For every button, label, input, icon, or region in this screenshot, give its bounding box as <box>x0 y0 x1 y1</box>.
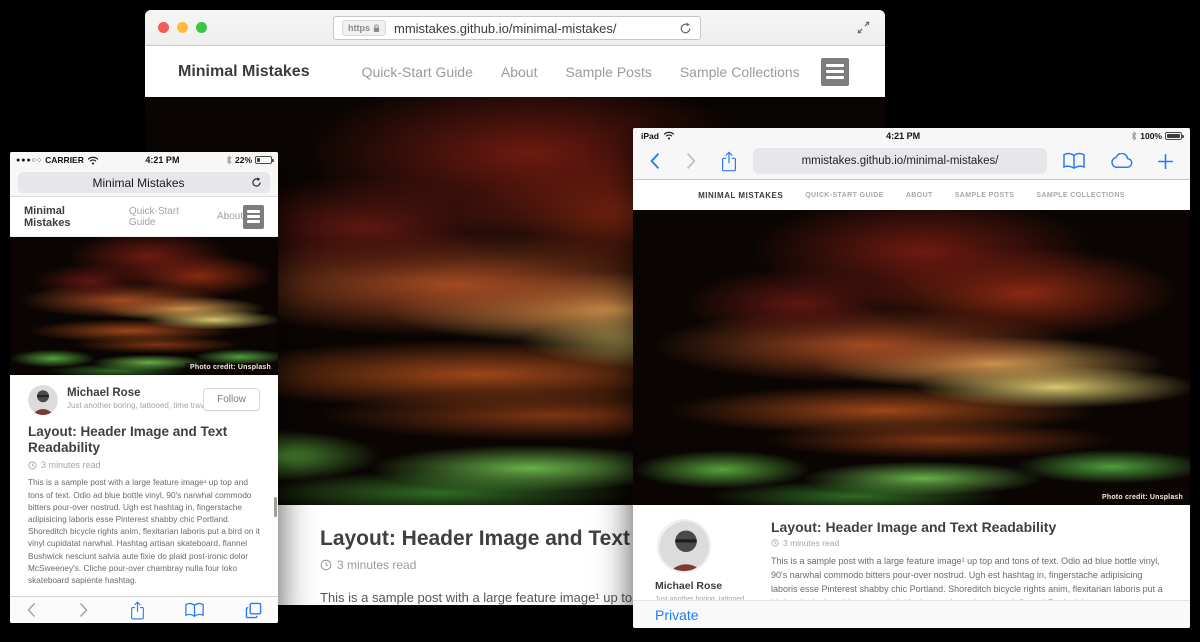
post-body: Layout: Header Image and Text Readabilit… <box>755 519 1166 600</box>
site-navbar: Minimal Mistakes Quick-Start Guide About… <box>145 46 885 97</box>
author-name: Michael Rose <box>655 580 755 592</box>
status-time: 4:21 PM <box>675 131 1131 141</box>
menu-button[interactable] <box>821 58 849 86</box>
feature-image: Photo credit: Unsplash <box>633 210 1190 505</box>
nav-link-about[interactable]: About <box>501 64 538 80</box>
iphone-safari-window: ●●●○○ CARRIER 4:21 PM 22% Minimal Mistak… <box>10 152 278 623</box>
read-time: 3 minutes read <box>337 558 416 572</box>
nav-link-quick-start[interactable]: Quick-Start Guide <box>129 206 193 228</box>
ipad-status-bar: iPad 4:21 PM 100% <box>633 128 1190 143</box>
site-brand-link[interactable]: Minimal Mistakes <box>178 63 310 81</box>
scrollbar[interactable] <box>274 497 277 517</box>
site-brand-link[interactable]: MINIMAL MISTAKES <box>698 191 783 200</box>
forward-button[interactable] <box>685 152 697 170</box>
iphone-status-bar: ●●●○○ CARRIER 4:21 PM 22% <box>10 152 278 168</box>
refresh-button[interactable] <box>251 177 262 188</box>
ipad-safari-window: iPad 4:21 PM 100% <box>633 128 1190 628</box>
battery-icon <box>255 156 272 164</box>
nav-links: Quick-Start Guide About Sample Posts Sam… <box>362 64 800 80</box>
post-title: Layout: Header Image and Text Readabilit… <box>771 519 1166 535</box>
back-button[interactable] <box>649 152 661 170</box>
nav-link-sample-posts[interactable]: SAMPLE POSTS <box>955 192 1015 199</box>
site-navbar: Minimal Mistakes Quick-Start Guide About <box>10 197 278 237</box>
battery-icon <box>1165 132 1182 140</box>
tabs-icon[interactable] <box>245 602 262 619</box>
back-button[interactable] <box>26 602 37 618</box>
post-content: Michael Rose Just another boring, tattoo… <box>10 375 278 596</box>
private-browsing-bar: Private <box>633 600 1190 628</box>
nav-link-sample-collections[interactable]: Sample Collections <box>680 64 800 80</box>
new-tab-icon[interactable] <box>1157 153 1174 170</box>
bluetooth-icon <box>226 155 232 165</box>
nav-link-sample-posts[interactable]: Sample Posts <box>565 64 651 80</box>
lock-icon <box>373 24 380 33</box>
zoom-button[interactable] <box>196 22 207 33</box>
author-sidebar: Michael Rose Just another boring, tattoo… <box>655 519 755 600</box>
read-time: 3 minutes read <box>41 460 101 470</box>
nav-link-sample-collections[interactable]: SAMPLE COLLECTIONS <box>1036 192 1124 199</box>
clock-icon <box>771 539 779 547</box>
read-time: 3 minutes read <box>783 538 839 548</box>
post-title: Layout: Header Image and Text Readabilit… <box>28 424 260 456</box>
window-controls <box>158 22 207 33</box>
author-row: Michael Rose Just another boring, tattoo… <box>28 385 260 415</box>
forward-button[interactable] <box>78 602 89 618</box>
wifi-icon <box>87 156 99 165</box>
minimize-button[interactable] <box>177 22 188 33</box>
post-paragraph: This is a sample post with a large featu… <box>771 555 1166 600</box>
site-brand-link[interactable]: Minimal Mistakes <box>24 205 97 229</box>
signal-dots: ●●●○○ <box>16 157 42 164</box>
status-time: 4:21 PM <box>99 155 226 165</box>
avatar <box>657 519 711 573</box>
reading-list-icon[interactable] <box>1063 152 1085 170</box>
wifi-icon <box>663 131 675 140</box>
bluetooth-icon <box>1131 131 1137 141</box>
post-paragraph-2: Vero laborum commodo occupy. Semiotics v… <box>28 594 260 596</box>
nav-link-quick-start[interactable]: QUICK-START GUIDE <box>805 192 884 199</box>
refresh-button[interactable] <box>679 22 692 35</box>
browser-chrome-bar: https mmistakes.github.io/minimal-mistak… <box>145 10 885 46</box>
url-text: mmistakes.github.io/minimal-mistakes/ <box>394 21 671 36</box>
battery-percent: 100% <box>1140 131 1162 141</box>
https-badge: https <box>342 20 386 36</box>
feature-image: Photo credit: Unsplash <box>10 237 278 375</box>
nav-link-about[interactable]: ABOUT <box>906 192 933 199</box>
private-button[interactable]: Private <box>655 607 699 623</box>
share-icon[interactable] <box>721 151 737 172</box>
https-label: https <box>348 23 370 33</box>
icloud-tabs-icon[interactable] <box>1109 153 1133 169</box>
safari-toolbar: mmistakes.github.io/minimal-mistakes/ <box>633 143 1190 180</box>
post-content: Michael Rose Just another boring, tattoo… <box>633 505 1190 600</box>
carrier-label: CARRIER <box>45 155 84 165</box>
menu-button[interactable] <box>243 205 264 229</box>
photo-credit: Photo credit: Unsplash <box>185 363 276 372</box>
address-bar[interactable]: mmistakes.github.io/minimal-mistakes/ <box>753 148 1047 174</box>
fullscreen-button[interactable] <box>856 20 871 35</box>
clock-icon <box>28 461 37 470</box>
bookmarks-icon[interactable] <box>185 602 204 618</box>
photo-credit: Photo credit: Unsplash <box>1097 493 1188 502</box>
nav-link-about[interactable]: About <box>217 211 243 222</box>
address-bar[interactable]: https mmistakes.github.io/minimal-mistak… <box>333 16 701 40</box>
share-icon[interactable] <box>130 601 145 620</box>
post-paragraph-1: This is a sample post with a large featu… <box>28 476 260 586</box>
site-navbar: MINIMAL MISTAKES QUICK-START GUIDE ABOUT… <box>633 180 1190 210</box>
url-text: mmistakes.github.io/minimal-mistakes/ <box>802 155 999 167</box>
clock-icon <box>320 559 332 571</box>
safari-bottom-toolbar <box>10 596 278 623</box>
battery-percent: 22% <box>235 155 252 165</box>
avatar <box>28 385 58 415</box>
device-label: iPad <box>641 131 659 141</box>
iphone-url-bar: Minimal Mistakes <box>10 168 278 197</box>
nav-link-quick-start[interactable]: Quick-Start Guide <box>362 64 473 80</box>
address-bar[interactable]: Minimal Mistakes <box>18 172 270 193</box>
page-title: Minimal Mistakes <box>26 176 251 190</box>
close-button[interactable] <box>158 22 169 33</box>
follow-button[interactable]: Follow <box>203 388 260 411</box>
